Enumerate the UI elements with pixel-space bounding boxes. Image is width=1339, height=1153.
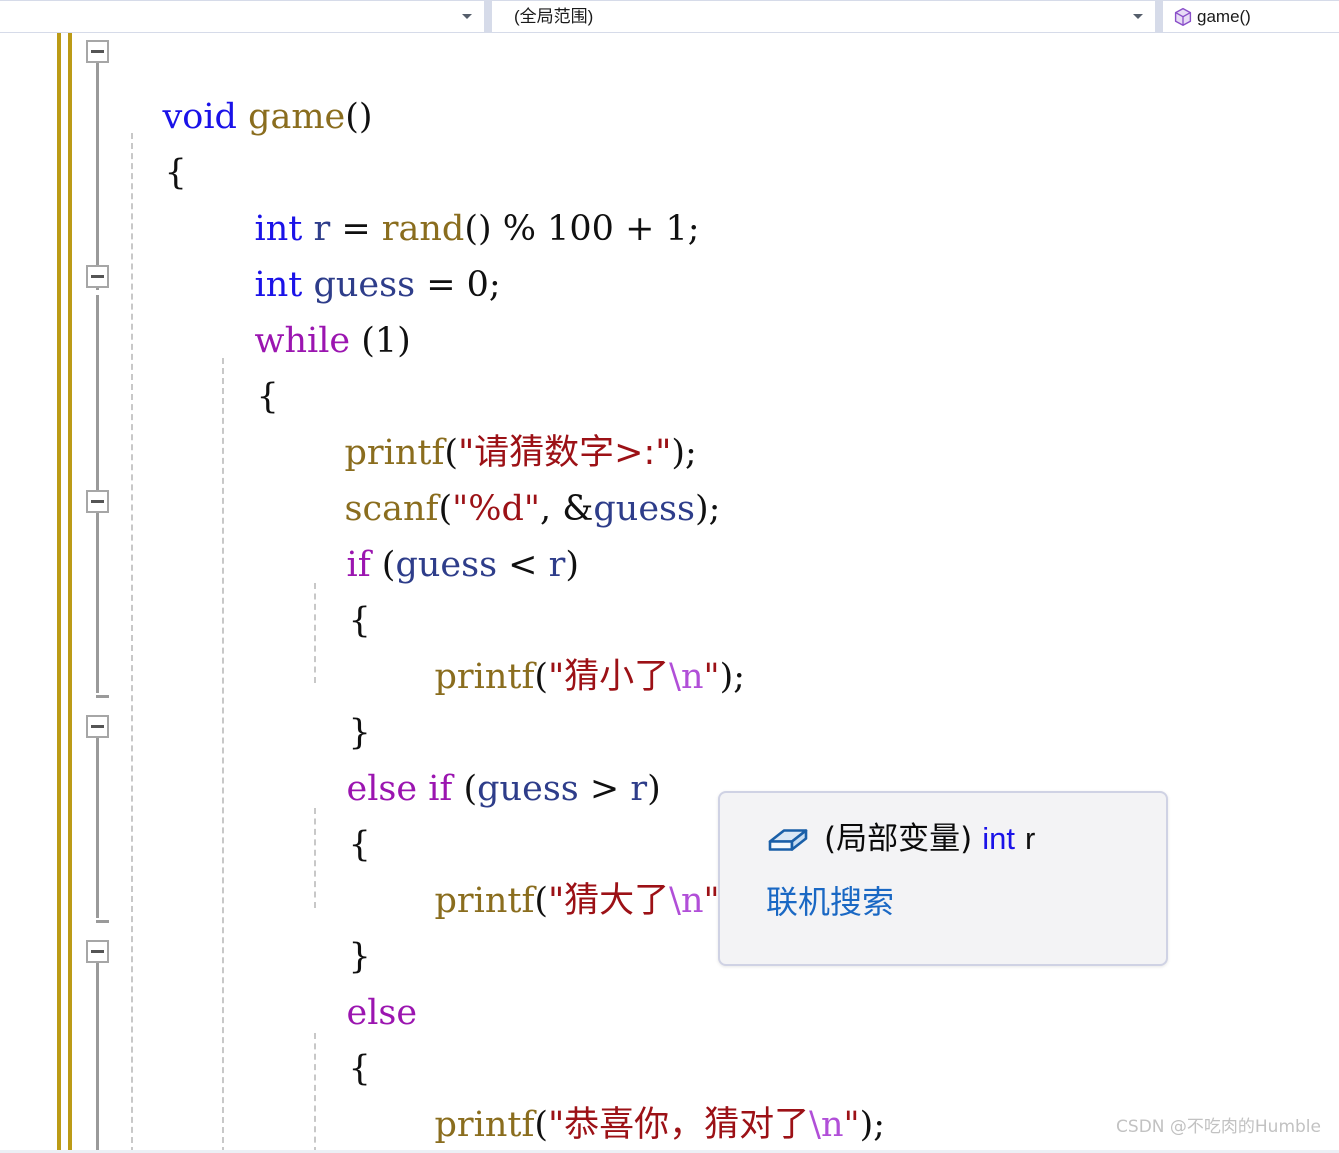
token-string: "猜小了 xyxy=(548,657,670,697)
quick-info-kind: (局部变量) xyxy=(824,821,973,857)
token-escape-newline: \n xyxy=(669,881,704,921)
quick-info-tooltip: (局部变量) int r 联机搜索 xyxy=(718,791,1168,966)
quick-info-keyword: int xyxy=(982,821,1015,856)
token-punct: () xyxy=(345,97,373,137)
global-scope-value: (全局范围) xyxy=(514,7,594,26)
token-brace: { xyxy=(348,601,371,641)
change-indicator-bar-secondary xyxy=(68,33,72,1153)
chevron-down-icon[interactable] xyxy=(1133,14,1143,19)
token-paren: ( xyxy=(534,657,549,697)
code-line-8[interactable]: scanf("%d", &guess); xyxy=(300,425,721,529)
quick-info-identifier: r xyxy=(1024,821,1036,856)
code-line-18[interactable]: { xyxy=(304,985,371,1089)
token-string: "猜大了 xyxy=(548,881,670,921)
fold-end-tick-if xyxy=(96,695,109,698)
quick-info-signature: (局部变量) int r xyxy=(766,817,1035,861)
token-function: game xyxy=(248,97,346,137)
token-escape-newline: \n xyxy=(809,1105,844,1145)
indent-guide-level-1 xyxy=(131,133,133,1153)
token-brace: { xyxy=(256,377,279,417)
code-line-3[interactable]: int r = rand() % 100 + 1; xyxy=(210,145,700,249)
code-line-5[interactable]: while (1) xyxy=(210,257,411,361)
code-line-2[interactable]: { xyxy=(120,89,187,193)
online-search-link[interactable]: 联机搜索 xyxy=(766,879,894,925)
code-line-13[interactable]: else if (guess > r) xyxy=(302,705,661,809)
fold-line-function xyxy=(96,58,99,290)
token-variable-guess: guess xyxy=(477,769,579,809)
token-function-printf: printf xyxy=(434,657,535,697)
chevron-down-icon[interactable] xyxy=(462,14,472,19)
code-line-12[interactable]: } xyxy=(304,649,371,753)
code-line-6[interactable]: { xyxy=(212,313,279,417)
fold-toggle-while[interactable] xyxy=(86,265,109,288)
type-scope-dropdown[interactable] xyxy=(0,1,484,32)
token-variable-guess: guess xyxy=(593,489,695,529)
token-paren-close: ) xyxy=(565,545,580,585)
member-function-dropdown[interactable]: game() xyxy=(1163,1,1339,32)
change-indicator-bar xyxy=(57,33,61,1153)
token-brace: { xyxy=(164,153,187,193)
token-variable-guess: guess xyxy=(395,545,498,585)
code-line-17[interactable]: else xyxy=(302,929,418,1033)
method-cube-icon xyxy=(1174,7,1192,26)
scope-navigation-bar: (全局范围) game() xyxy=(0,0,1339,33)
token-escape-newline: \n xyxy=(669,657,704,697)
token-paren-close: ); xyxy=(719,657,746,697)
code-line-20[interactable]: break; xyxy=(390,1097,548,1153)
member-function-value: game() xyxy=(1197,7,1251,26)
token-function-printf: printf xyxy=(434,881,535,921)
fold-toggle-if[interactable] xyxy=(86,490,109,513)
token-string: "恭喜你，猜对了 xyxy=(548,1105,810,1145)
local-variable-box-icon xyxy=(768,829,808,851)
code-editor-surface[interactable]: void game() { int r = rand() % 100 + 1; … xyxy=(0,33,1339,1153)
fold-toggle-elseif[interactable] xyxy=(86,715,109,738)
token-paren: ( xyxy=(534,881,549,921)
token-brace: { xyxy=(348,825,371,865)
fold-line-if xyxy=(96,503,99,693)
token-paren-close: ); xyxy=(694,489,721,529)
code-line-15[interactable]: printf("猜大了\n"); xyxy=(390,817,746,921)
code-line-1[interactable]: void game() xyxy=(118,33,373,137)
code-line-11[interactable]: printf("猜小了\n"); xyxy=(390,593,746,697)
token-operator: < xyxy=(497,545,549,585)
token-paren-close: ); xyxy=(859,1105,886,1145)
code-line-7[interactable]: printf("请猜数字>:"); xyxy=(300,369,697,473)
code-line-10[interactable]: { xyxy=(304,537,371,641)
global-scope-dropdown[interactable]: (全局范围) xyxy=(492,1,1155,32)
token-paren: ( xyxy=(452,769,478,809)
token-operator: > xyxy=(578,769,631,809)
code-line-16[interactable]: } xyxy=(304,873,371,977)
token-variable-r: r xyxy=(630,769,648,809)
code-line-9[interactable]: if (guess < r) xyxy=(302,481,580,585)
token-paren-close: ) xyxy=(647,769,661,809)
fold-toggle-function[interactable] xyxy=(86,40,109,63)
code-line-19[interactable]: printf("恭喜你，猜对了\n"); xyxy=(390,1041,886,1145)
token-brace: { xyxy=(348,1049,371,1089)
token-expression: = 0; xyxy=(415,265,501,305)
code-line-4[interactable]: int guess = 0; xyxy=(210,201,501,305)
fold-end-tick-elseif xyxy=(96,920,109,923)
token-variable-r: r xyxy=(548,545,566,585)
token-paren: ( xyxy=(370,545,396,585)
csdn-watermark: CSDN @不吃肉的Humble xyxy=(1116,1117,1321,1137)
fold-line-else xyxy=(96,953,99,1153)
token-condition: (1) xyxy=(350,321,411,361)
fold-line-while xyxy=(96,295,99,497)
token-string-quote: " xyxy=(843,1105,860,1145)
code-line-14[interactable]: { xyxy=(304,761,371,865)
fold-line-elseif xyxy=(96,728,99,918)
token-string-quote: " xyxy=(703,657,720,697)
fold-toggle-else[interactable] xyxy=(86,940,109,963)
